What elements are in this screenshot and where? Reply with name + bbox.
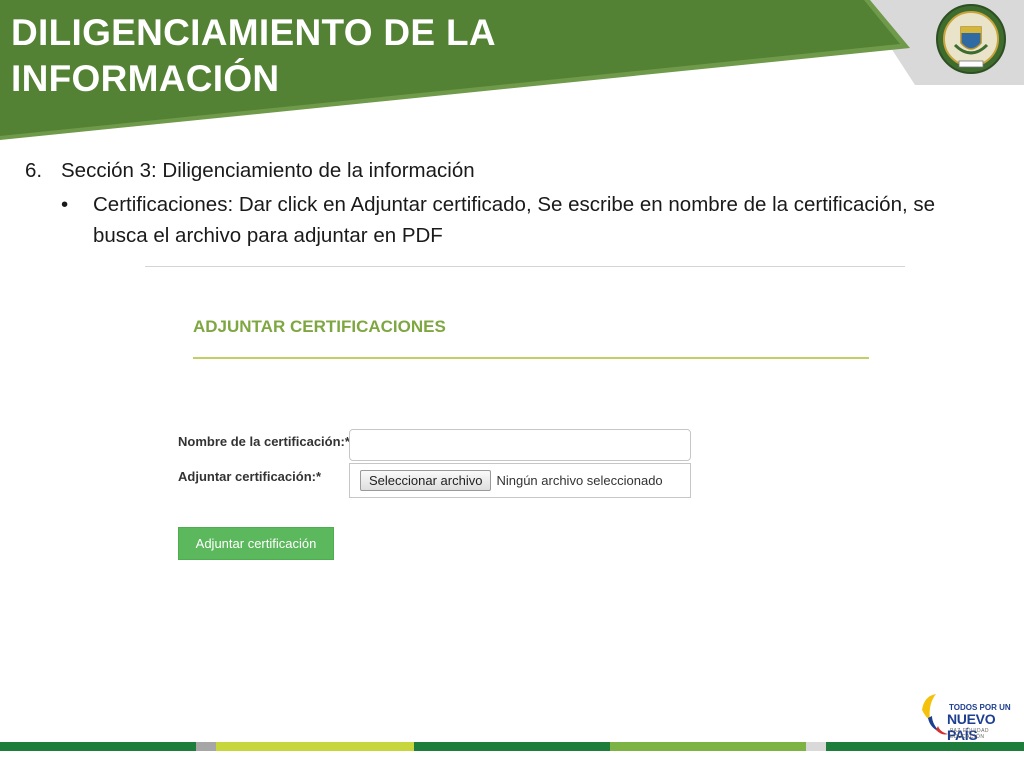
policia-nacional-seal-icon [936,4,1006,74]
brand-line-3: PAZ EQUIDAD EDUCACIÓN [950,728,990,740]
slide-title: DILIGENCIAMIENTO DE LA INFORMACIÓN [11,10,496,102]
footer-stripe-segment [806,742,826,751]
certification-name-label: Nombre de la certificación:* [178,434,350,449]
numbered-item: 6. Sección 3: Diligenciamiento de la inf… [25,158,985,184]
file-status-text: Ningún archivo seleccionado [496,473,663,488]
item-number: 6. [25,159,43,182]
slide-title-line-1: DILIGENCIAMIENTO DE LA [11,12,496,53]
footer-stripe-segment [0,742,196,751]
footer-stripe [0,742,1024,751]
attach-certification-button[interactable]: Adjuntar certificación [178,527,334,560]
item-heading: Sección 3: Diligenciamiento de la inform… [61,159,475,182]
select-file-button[interactable]: Seleccionar archivo [360,470,492,491]
footer-stripe-segment [196,742,216,751]
footer-stripe-segment [414,742,610,751]
file-picker: Seleccionar archivo Ningún archivo selec… [349,463,691,498]
footer-stripe-segment [216,742,414,751]
bullet-item: • Certificaciones: Dar click en Adjuntar… [61,189,985,251]
screenshot-top-border [145,266,905,267]
footer-stripe-segment [826,742,1024,751]
bullet-text: Certificaciones: Dar click en Adjuntar c… [93,193,936,247]
instructions: 6. Sección 3: Diligenciamiento de la inf… [25,158,985,251]
attach-certification-label: Adjuntar certificación:* [178,469,322,484]
footer-stripe-segment [610,742,806,751]
form-title-divider [193,357,869,359]
slide-title-line-2: INFORMACIÓN [11,58,280,99]
form-title: ADJUNTAR CERTIFICACIONES [193,317,446,336]
bullet-dot: • [61,193,69,216]
certification-name-input[interactable] [349,429,691,461]
